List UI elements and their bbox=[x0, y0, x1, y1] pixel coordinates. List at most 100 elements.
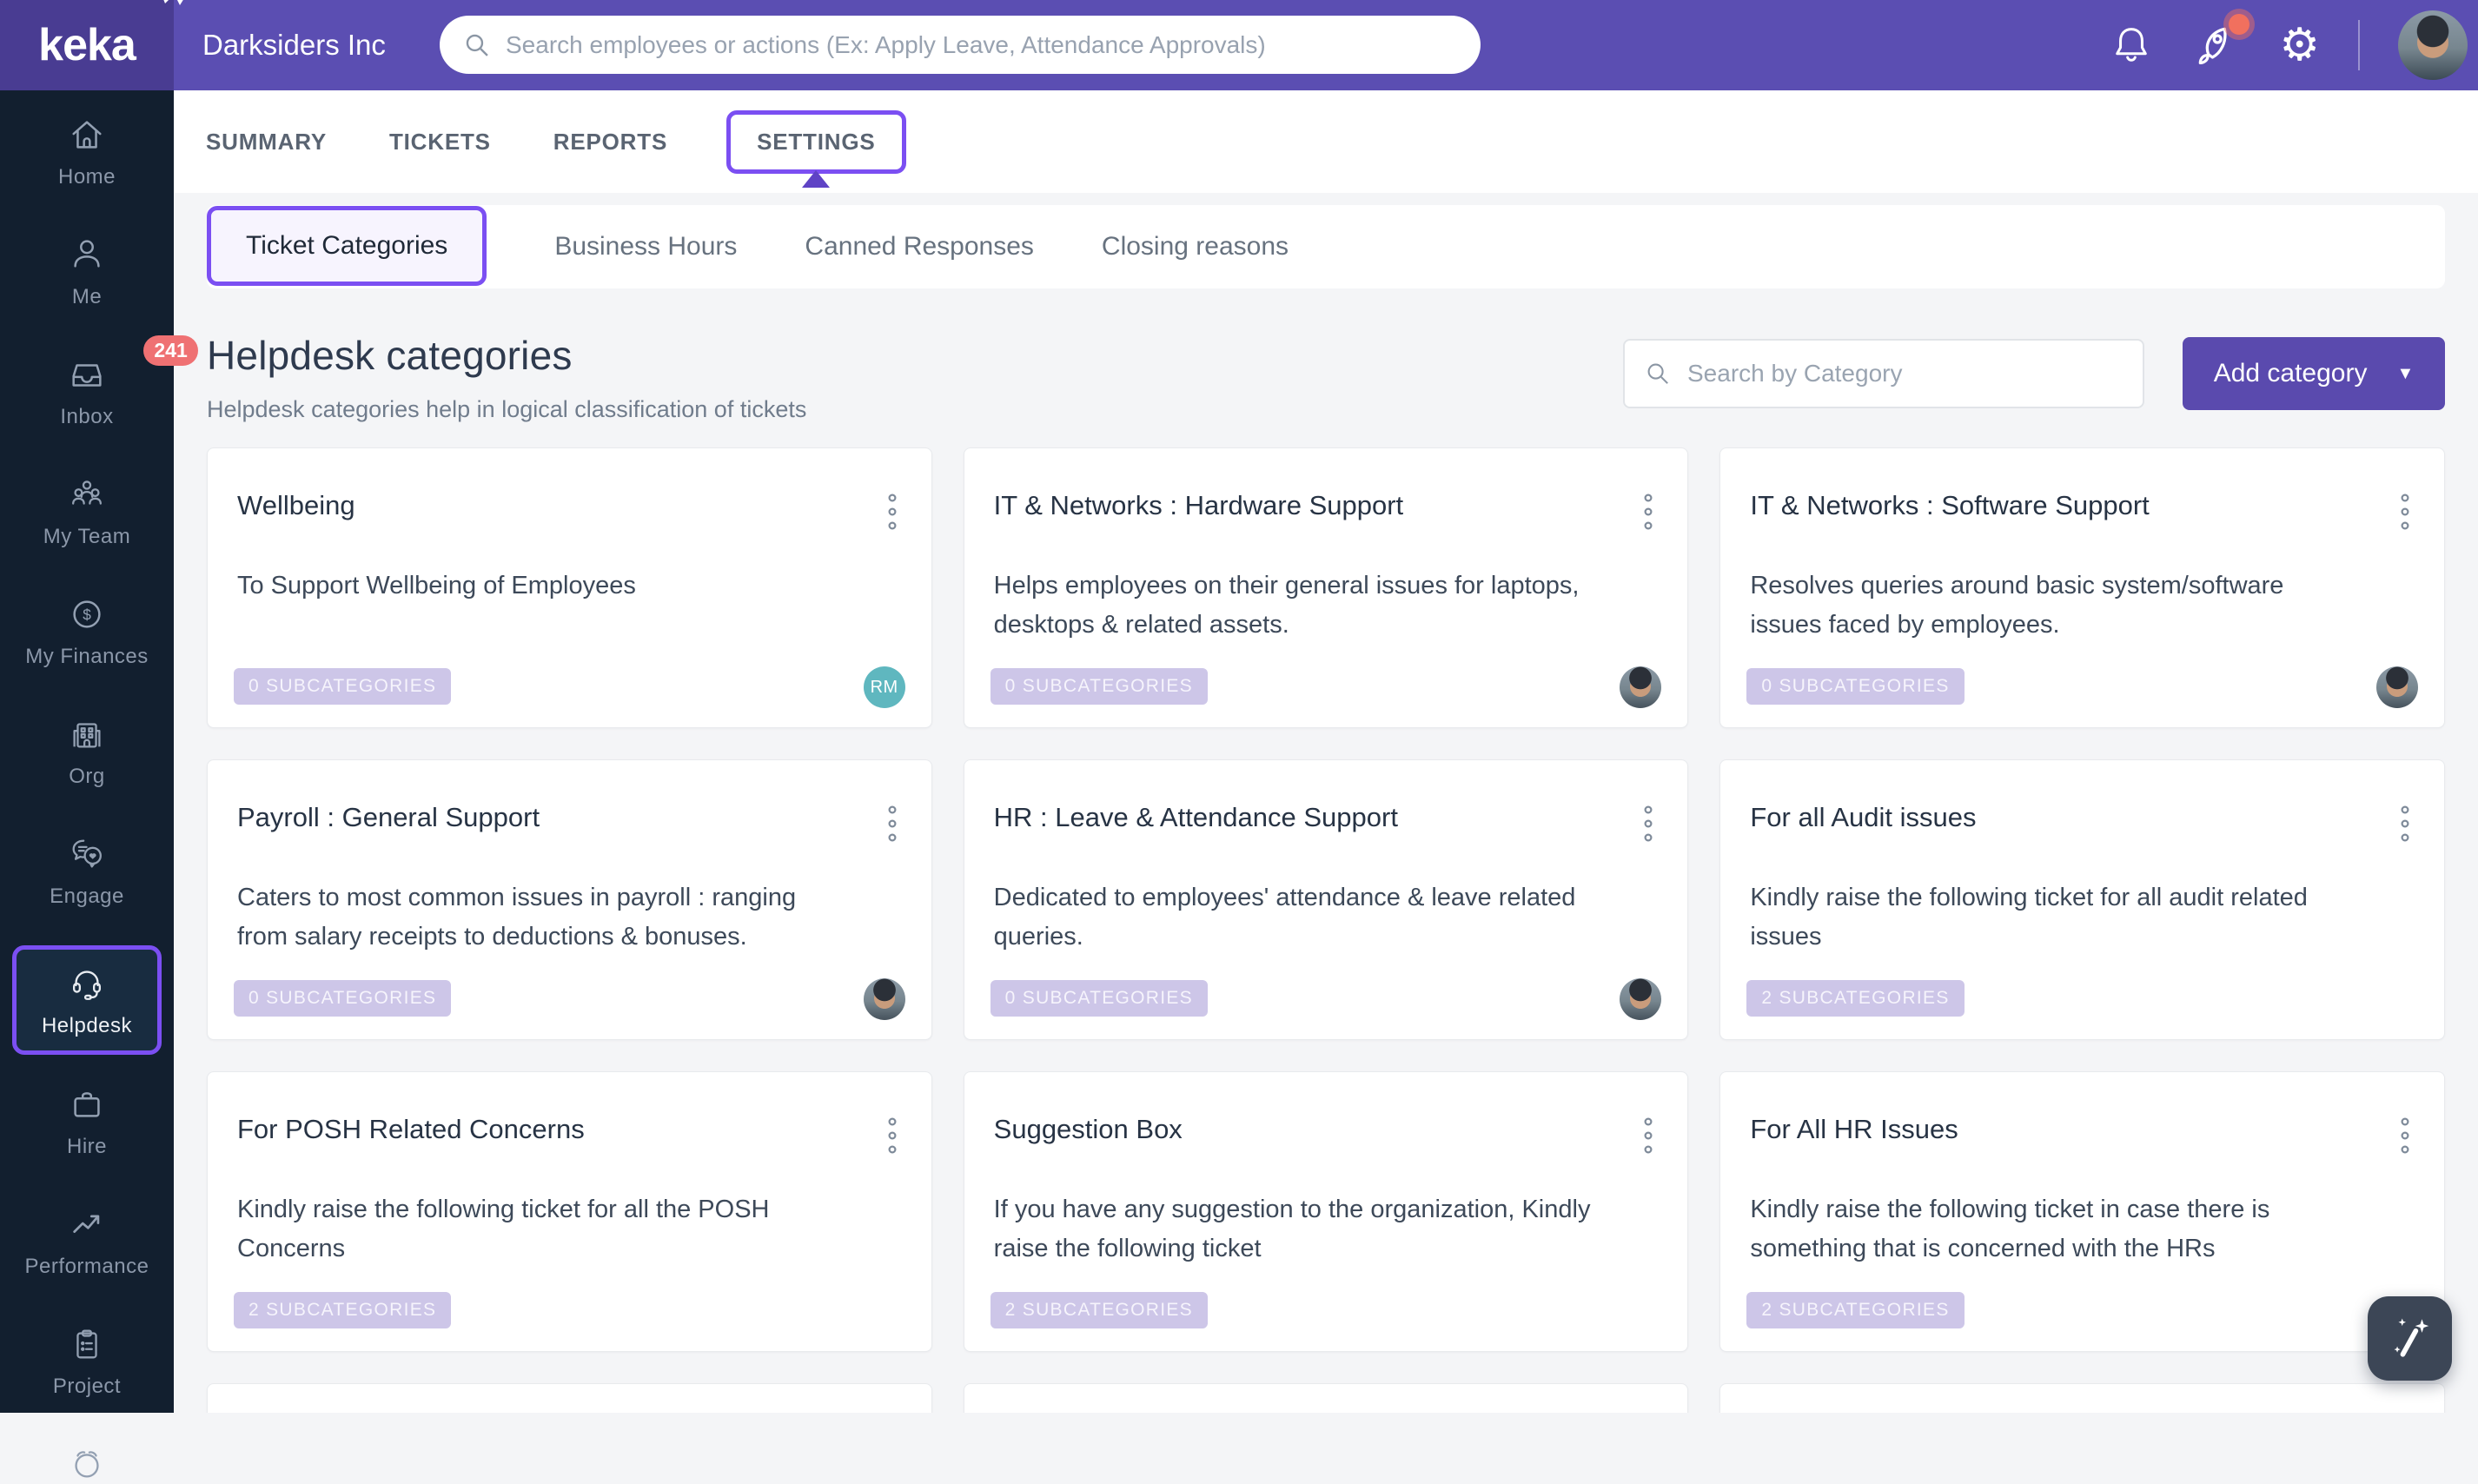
engage-chat-icon bbox=[72, 839, 102, 868]
category-title: IT & Networks : Software Support bbox=[1750, 490, 2150, 520]
sidebar-item-project[interactable]: Project bbox=[53, 1324, 121, 1399]
magic-wand-fab[interactable] bbox=[2368, 1296, 2452, 1381]
sidebar-item-label: Engage bbox=[50, 884, 124, 908]
dropdown-caret-icon: ▼ bbox=[2396, 363, 2415, 383]
global-search-input[interactable] bbox=[506, 30, 1458, 59]
category-description: To Support Wellbeing of Employees bbox=[237, 572, 636, 600]
category-description: Dedicated to employees' attendance & lea… bbox=[993, 884, 1576, 951]
sidebar-item-label: Org bbox=[69, 765, 105, 788]
sidebar-item-hire[interactable]: Hire bbox=[67, 1084, 107, 1159]
whats-new-rocket-button[interactable] bbox=[2192, 14, 2250, 70]
clipboard-icon bbox=[76, 1329, 97, 1359]
user-avatar[interactable] bbox=[2398, 10, 2468, 80]
sidebar-item-my-finances[interactable]: $ My Finances bbox=[25, 594, 149, 669]
kebab-icon bbox=[2401, 494, 2409, 530]
subcategories-chip: 0 SUBCATEGORIES bbox=[234, 668, 452, 705]
category-card-it-hardware[interactable]: IT & Networks : Hardware Support Helps e… bbox=[963, 447, 1689, 728]
sidebar-nav: Home Me 241 Inbox My Team $ My Finances bbox=[0, 90, 198, 1478]
category-card-payroll[interactable]: Payroll : General Support Caters to most… bbox=[207, 759, 932, 1040]
topbar-divider bbox=[2358, 20, 2360, 70]
category-card-partial bbox=[1719, 1383, 2445, 1413]
category-card-posh[interactable]: For POSH Related Concerns Kindly raise t… bbox=[207, 1071, 932, 1352]
category-title: IT & Networks : Hardware Support bbox=[993, 490, 1404, 520]
top-bar: keka Darksiders Inc ⚙ bbox=[0, 0, 2478, 90]
sidebar-item-performance[interactable]: Performance bbox=[25, 1204, 149, 1279]
tab-tickets[interactable]: TICKETS bbox=[386, 120, 494, 164]
kebab-menu-button[interactable] bbox=[1639, 488, 1658, 535]
tab-summary[interactable]: SUMMARY bbox=[202, 120, 330, 164]
inbox-icon bbox=[72, 364, 102, 387]
module-tab-bar: SUMMARY TICKETS REPORTS SETTINGS bbox=[174, 90, 2478, 193]
sidebar-item-helpdesk[interactable]: Helpdesk bbox=[12, 945, 162, 1055]
sidebar-item-me[interactable]: Me bbox=[67, 235, 107, 309]
sidebar-item-label: Helpdesk bbox=[41, 1014, 133, 1037]
kebab-menu-button[interactable] bbox=[2395, 488, 2415, 535]
subtab-business-hours[interactable]: Business Hours bbox=[554, 232, 737, 262]
settings-gear-button[interactable]: ⚙ bbox=[2279, 23, 2320, 68]
subtab-ticket-categories[interactable]: Ticket Categories bbox=[207, 206, 487, 286]
kebab-menu-button[interactable] bbox=[1639, 800, 1658, 847]
category-card-hr-leave[interactable]: HR : Leave & Attendance Support Dedicate… bbox=[963, 759, 1689, 1040]
kebab-menu-button[interactable] bbox=[1639, 1112, 1658, 1159]
category-card-suggestion-box[interactable]: Suggestion Box If you have any suggestio… bbox=[963, 1071, 1689, 1352]
category-description: Kindly raise the following ticket in cas… bbox=[1750, 1196, 2270, 1262]
kebab-icon bbox=[2401, 1117, 2409, 1154]
brand-text: keka bbox=[38, 20, 136, 70]
kebab-icon bbox=[2401, 805, 2409, 842]
subtab-canned-responses[interactable]: Canned Responses bbox=[805, 232, 1034, 262]
kebab-icon bbox=[1644, 805, 1653, 842]
org-building-icon bbox=[73, 723, 101, 748]
sidebar-item-org[interactable]: Org bbox=[67, 714, 107, 789]
category-card-audit[interactable]: For all Audit issues Kindly raise the fo… bbox=[1719, 759, 2445, 1040]
kebab-icon bbox=[888, 494, 897, 530]
kebab-icon bbox=[1644, 1117, 1653, 1154]
sidebar-item-home[interactable]: Home bbox=[58, 115, 116, 189]
gear-icon: ⚙ bbox=[2279, 20, 2320, 70]
kebab-menu-button[interactable] bbox=[2395, 1112, 2415, 1159]
finances-icon: $ bbox=[73, 600, 101, 628]
subtab-closing-reasons[interactable]: Closing reasons bbox=[1102, 232, 1289, 262]
kebab-menu-button[interactable] bbox=[883, 1112, 902, 1159]
notifications-bell-button[interactable] bbox=[2109, 23, 2154, 68]
category-description: If you have any suggestion to the organi… bbox=[993, 1196, 1591, 1262]
magic-wand-icon bbox=[2394, 1318, 2428, 1357]
kebab-icon bbox=[888, 805, 897, 842]
kebab-menu-button[interactable] bbox=[883, 488, 902, 535]
brand-spark-icon bbox=[163, 0, 183, 5]
category-card-wellbeing[interactable]: Wellbeing To Support Wellbeing of Employ… bbox=[207, 447, 932, 728]
kebab-menu-button[interactable] bbox=[2395, 800, 2415, 847]
kebab-icon bbox=[1644, 494, 1653, 530]
keka-logo[interactable]: keka bbox=[0, 0, 183, 90]
subcategories-chip: 0 SUBCATEGORIES bbox=[990, 668, 1208, 705]
tab-settings[interactable]: SETTINGS bbox=[757, 129, 875, 156]
sidebar-item-label: Inbox bbox=[60, 405, 114, 428]
category-card-it-software[interactable]: IT & Networks : Software Support Resolve… bbox=[1719, 447, 2445, 728]
tab-reports[interactable]: REPORTS bbox=[550, 120, 671, 164]
category-card-partial bbox=[963, 1383, 1689, 1413]
tab-settings-annotation: SETTINGS bbox=[726, 109, 906, 188]
category-search-input[interactable] bbox=[1687, 360, 2124, 388]
subcategories-chip: 2 SUBCATEGORIES bbox=[1746, 1292, 1965, 1328]
add-category-button[interactable]: Add category ▼ bbox=[2183, 337, 2445, 410]
home-icon bbox=[72, 121, 102, 149]
category-card-all-hr[interactable]: For All HR Issues Kindly raise the follo… bbox=[1719, 1071, 2445, 1352]
category-description: Kindly raise the following ticket for al… bbox=[1750, 884, 2308, 951]
category-owner-avatar bbox=[1620, 978, 1662, 1020]
sidebar-item-label: Hire bbox=[66, 1135, 107, 1158]
sidebar-item-label: Project bbox=[52, 1375, 122, 1398]
sidebar-item-engage[interactable]: Engage bbox=[50, 834, 124, 909]
sidebar-item-label: Me bbox=[71, 285, 103, 308]
search-icon bbox=[1647, 363, 1668, 384]
person-icon bbox=[74, 240, 100, 268]
sidebar-item-inbox[interactable]: 241 Inbox bbox=[60, 335, 198, 429]
kebab-menu-button[interactable] bbox=[883, 800, 902, 847]
subcategories-chip: 0 SUBCATEGORIES bbox=[234, 980, 452, 1017]
global-search[interactable] bbox=[440, 16, 1481, 74]
category-description: Resolves queries around basic system/sof… bbox=[1750, 572, 2284, 639]
sidebar-item-partial[interactable] bbox=[67, 1444, 107, 1484]
add-category-label: Add category bbox=[2213, 359, 2368, 388]
category-search[interactable] bbox=[1623, 339, 2144, 408]
sidebar-item-my-team[interactable]: My Team bbox=[43, 474, 130, 549]
category-title: Wellbeing bbox=[237, 490, 355, 520]
briefcase-icon bbox=[74, 1092, 100, 1117]
